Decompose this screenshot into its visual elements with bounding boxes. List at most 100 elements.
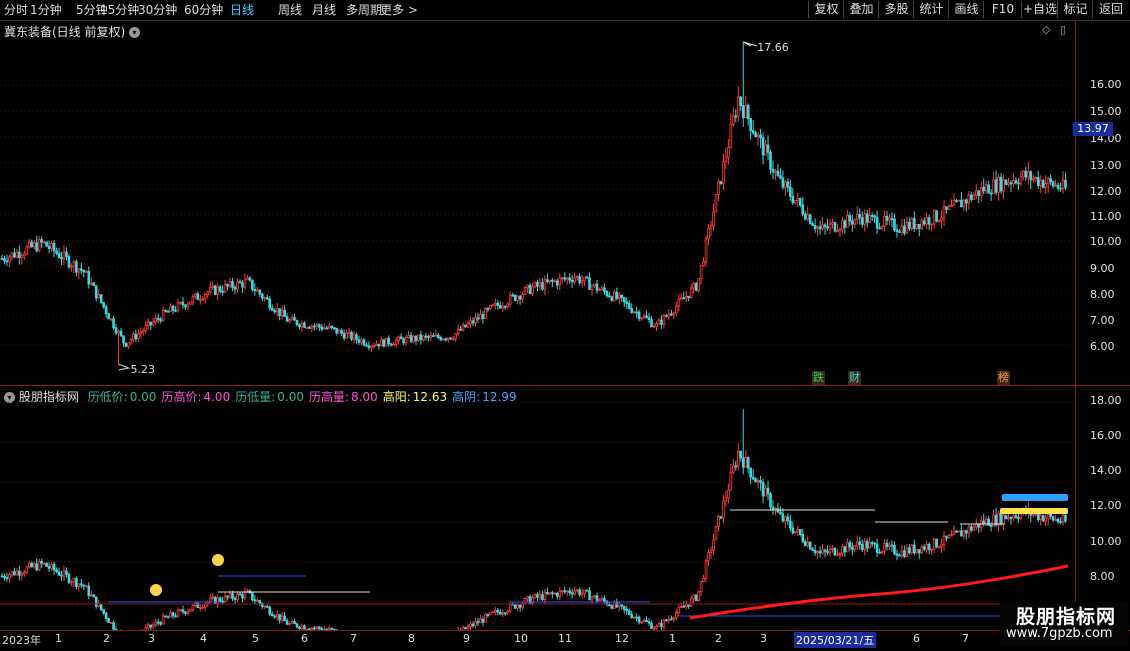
indicator-body: [675, 613, 677, 618]
main-candlestick-chart[interactable]: 17.665.23: [0, 20, 1075, 385]
indicator-body: [718, 517, 720, 527]
candle-body: [760, 135, 762, 138]
candle-body: [730, 124, 732, 147]
indicator-body: [837, 555, 839, 556]
period-tab[interactable]: 日线: [230, 2, 254, 18]
candle-body: [574, 278, 576, 282]
candle-body: [304, 323, 306, 327]
period-tab[interactable]: 30分钟: [138, 2, 177, 18]
candle-body: [80, 269, 82, 271]
indicator-body: [665, 620, 667, 621]
candle-body: [296, 320, 298, 324]
indicator-body: [172, 613, 174, 616]
candle-body: [207, 292, 209, 294]
x-axis-label: 8: [408, 632, 415, 645]
candle-body: [832, 223, 834, 225]
toolbar-button[interactable]: 标记: [1057, 1, 1093, 18]
indicator-body: [316, 627, 318, 628]
x-axis-label: 1: [55, 632, 62, 645]
candle-body: [410, 335, 412, 341]
candle-body: [388, 338, 390, 344]
candle-body: [700, 265, 702, 278]
candle-body: [524, 288, 526, 295]
candle-body: [390, 344, 392, 345]
period-tab[interactable]: 周线: [278, 2, 302, 18]
candle-body: [100, 295, 102, 303]
event-badge[interactable]: 榜: [997, 371, 1010, 385]
toolbar-button[interactable]: F10: [983, 1, 1022, 18]
indicator-body: [772, 507, 774, 509]
candle-body: [110, 319, 112, 320]
main-axis-tick: 12.00: [1090, 185, 1122, 198]
candle-body: [985, 185, 987, 191]
candle-body: [1047, 179, 1049, 184]
candle-body: [822, 225, 824, 229]
period-tab[interactable]: 更多 >: [380, 2, 418, 18]
candle-body: [437, 335, 439, 337]
toolbar-button[interactable]: +自选: [1021, 1, 1058, 18]
indicator-body: [732, 466, 734, 472]
indicator-body: [276, 615, 278, 617]
candle-body: [418, 335, 420, 341]
candle-body: [517, 296, 519, 300]
toolbar-button[interactable]: 复权: [808, 1, 844, 18]
indicator-body: [26, 567, 28, 572]
period-tab[interactable]: 多周期: [346, 2, 382, 18]
candle-body: [668, 314, 670, 316]
indicator-body: [787, 517, 789, 521]
candle-body: [93, 283, 95, 286]
indicator-chart[interactable]: [0, 386, 1075, 630]
candle-body: [621, 295, 623, 297]
indicator-body: [537, 594, 539, 597]
indicator-body: [1037, 513, 1039, 519]
indicator-body: [217, 598, 219, 604]
indicator-body: [147, 625, 149, 628]
candle-body: [762, 138, 764, 155]
candle-body: [343, 333, 345, 338]
candle-body: [737, 97, 739, 116]
candle-body: [750, 119, 752, 131]
indicator-body: [683, 606, 685, 607]
indicator-body: [284, 616, 286, 621]
period-tab[interactable]: 分时: [4, 2, 28, 18]
candle-body: [162, 310, 164, 321]
period-tab[interactable]: 60分钟: [184, 2, 223, 18]
x-axis-label: 7: [350, 632, 357, 645]
candle-body: [26, 247, 28, 254]
toolbar-button[interactable]: 多股: [878, 1, 914, 18]
indicator-body: [187, 611, 189, 613]
indicator-body: [1065, 515, 1067, 520]
candle-body: [56, 251, 58, 253]
period-tab[interactable]: 月线: [312, 2, 336, 18]
indicator-body: [1052, 517, 1054, 520]
candle-body: [869, 215, 871, 222]
indicator-body: [1013, 516, 1015, 518]
toolbar-button[interactable]: 返回: [1092, 1, 1129, 18]
toolbar-button[interactable]: 画线: [948, 1, 984, 18]
indicator-body: [933, 539, 935, 549]
candle-body: [983, 187, 985, 191]
indicator-body: [51, 564, 53, 568]
candle-body: [316, 325, 318, 326]
candle-body: [299, 325, 301, 327]
indicator-body: [651, 623, 653, 628]
candle-body: [874, 216, 876, 217]
toolbar-button[interactable]: 叠加: [843, 1, 879, 18]
indicator-body: [599, 600, 601, 601]
candle-body: [581, 281, 583, 283]
candle-body: [827, 226, 829, 228]
candle-body: [128, 343, 130, 347]
period-tab[interactable]: 1分钟: [30, 2, 62, 18]
indicator-body: [688, 605, 690, 606]
indicator-body: [472, 624, 474, 626]
candle-body: [809, 215, 811, 224]
event-badge[interactable]: 跌: [812, 371, 825, 385]
candle-body: [757, 135, 759, 137]
period-tab[interactable]: 15分钟: [100, 2, 139, 18]
event-badge[interactable]: 财: [848, 371, 861, 385]
toolbar-button[interactable]: 统计: [913, 1, 949, 18]
indicator-body: [9, 575, 11, 579]
candle-body: [487, 308, 489, 309]
candle-body: [1040, 180, 1042, 185]
candle-body: [631, 308, 633, 312]
